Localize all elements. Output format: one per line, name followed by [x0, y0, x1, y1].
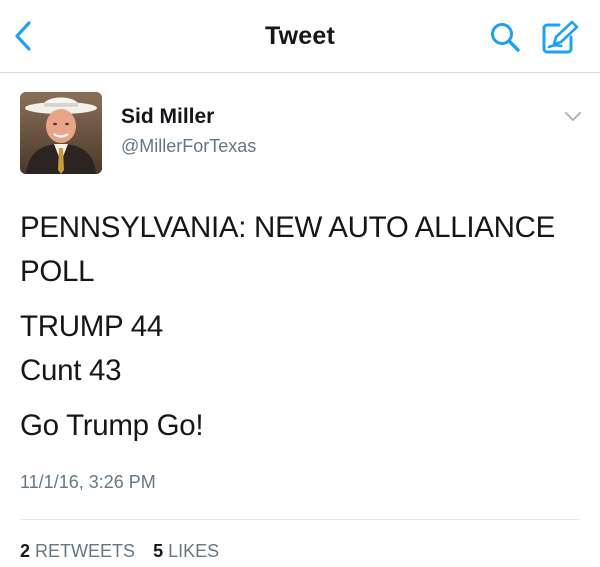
retweets-stat[interactable]: 2 RETWEETS — [20, 541, 140, 561]
tweet-text-line: TRUMP 44 — [20, 310, 163, 343]
tweet-timestamp: 11/1/16, 3:26 PM — [20, 472, 156, 492]
avatar[interactable] — [20, 92, 102, 174]
search-button[interactable] — [488, 20, 522, 54]
compose-tweet-icon — [542, 20, 579, 54]
tweet-stats: 2 RETWEETS 5 LIKES — [20, 541, 219, 562]
tweet-text-line: Go Trump Go! — [20, 409, 204, 442]
likes-stat[interactable]: 5 LIKES — [153, 541, 219, 561]
like-count: 5 — [153, 541, 164, 561]
compose-tweet-button[interactable] — [540, 18, 580, 56]
navigation-bar: Tweet — [0, 0, 600, 73]
tweet-text-line: PENNSYLVANIA: NEW AUTO ALLIANCE — [20, 211, 555, 244]
like-label: LIKES — [168, 541, 220, 561]
author-handle[interactable]: @MillerForTexas — [121, 136, 256, 157]
chevron-down-icon — [565, 112, 581, 121]
tweet-text-line: POLL — [20, 255, 95, 288]
search-icon — [491, 23, 520, 52]
tweet-options-button[interactable] — [563, 110, 583, 124]
divider — [20, 519, 580, 520]
author-name[interactable]: Sid Miller — [121, 105, 214, 129]
retweet-label: RETWEETS — [35, 541, 136, 561]
profile-photo — [20, 92, 102, 174]
retweet-count: 2 — [20, 541, 31, 561]
tweet-text: PENNSYLVANIA: NEW AUTO ALLIANCE POLL TRU… — [20, 206, 590, 459]
tweet-text-line: Cunt 43 — [20, 354, 122, 387]
